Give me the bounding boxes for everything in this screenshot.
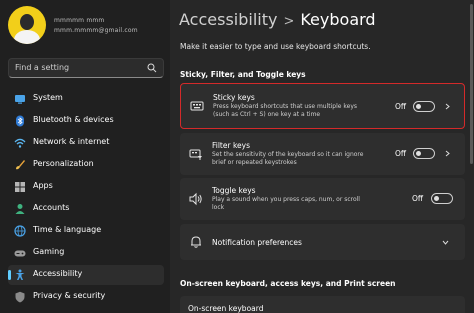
main-content: Accessibility > Keyboard Make it easier to…: [170, 0, 474, 313]
search-placeholder: Find a setting: [15, 63, 70, 72]
sidebar-item-personalization[interactable]: Personalization: [8, 155, 164, 175]
scrollbar[interactable]: [470, 4, 473, 164]
filter-keys-title: Filter keys: [212, 141, 250, 150]
sidebar-item-label: System: [33, 93, 63, 102]
toggle-keys-card[interactable]: Toggle keys Play a sound when you press …: [180, 178, 465, 220]
speaker-icon: [189, 192, 202, 206]
sidebar-item-label: Gaming: [33, 247, 65, 256]
sidebar-item-label: Network & internet: [33, 137, 110, 146]
filter-keys-description: Set the sensitivity of the keyboard so i…: [212, 151, 364, 166]
apps-icon: [15, 182, 25, 192]
search-icon[interactable]: [147, 63, 157, 73]
person-icon: [15, 204, 25, 214]
chevron-down-icon[interactable]: [442, 239, 449, 246]
page-subtitle: Make it easier to type and use keyboard …: [180, 42, 371, 51]
sidebar-item-apps[interactable]: Apps: [8, 177, 164, 197]
sidebar-item-label: Apps: [33, 181, 53, 190]
profile-name: mmmmm mmm: [54, 17, 105, 24]
sticky-keys-icon: [190, 101, 204, 111]
toggle-keys-description: Play a sound when you press caps, num, o…: [212, 196, 360, 211]
filter-keys-icon: [189, 149, 202, 160]
sidebar-item-system[interactable]: System: [8, 89, 164, 109]
filter-keys-state: Off: [395, 149, 407, 158]
sticky-keys-toggle[interactable]: [413, 101, 435, 112]
gamepad-icon: [14, 250, 26, 257]
sidebar-item-gaming[interactable]: Gaming: [8, 243, 164, 263]
user-profile[interactable]: mmmmm mmm mmm.mmmm@gmail.com: [8, 6, 168, 50]
avatar: [8, 6, 46, 44]
chevron-right-icon[interactable]: [444, 103, 451, 110]
bell-icon: [191, 236, 201, 248]
filter-keys-toggle[interactable]: [413, 148, 435, 159]
sidebar-item-accounts[interactable]: Accounts: [8, 199, 164, 219]
sidebar-item-bluetooth[interactable]: Bluetooth & devices: [8, 111, 164, 131]
notification-preferences-card[interactable]: Notification preferences: [180, 224, 465, 260]
bluetooth-icon: [16, 115, 24, 127]
sticky-keys-state: Off: [395, 102, 407, 111]
section-heading-sticky-filter-toggle: Sticky, Filter, and Toggle keys: [180, 70, 306, 79]
wifi-icon: [14, 138, 26, 148]
sticky-keys-description: Press keyboard shortcuts that use multip…: [213, 103, 357, 118]
sticky-keys-card[interactable]: Sticky keys Press keyboard shortcuts tha…: [180, 83, 465, 129]
sidebar-item-label: Bluetooth & devices: [33, 115, 114, 124]
toggle-keys-toggle[interactable]: [431, 193, 453, 204]
breadcrumb-parent[interactable]: Accessibility: [179, 10, 277, 29]
sidebar-item-label: Accounts: [33, 203, 70, 212]
section-heading-onscreen: On-screen keyboard, access keys, and Pri…: [180, 279, 396, 288]
sidebar-item-label: Accessibility: [33, 269, 83, 278]
filter-keys-card[interactable]: Filter keys Set the sensitivity of the k…: [180, 133, 465, 175]
shield-icon: [15, 291, 25, 303]
sticky-keys-title: Sticky keys: [213, 93, 255, 102]
chevron-right-icon[interactable]: [444, 150, 451, 157]
sidebar: mmmmm mmm mmm.mmmm@gmail.com Find a sett…: [0, 0, 170, 313]
breadcrumb-current: Keyboard: [300, 10, 376, 29]
page-title: Accessibility > Keyboard: [179, 10, 376, 29]
sidebar-item-label: Privacy & security: [33, 291, 106, 300]
sidebar-item-label: Time & language: [33, 225, 102, 234]
onscreen-keyboard-card[interactable]: On-screen keyboard: [180, 296, 465, 313]
sidebar-item-accessibility[interactable]: Accessibility: [8, 265, 164, 285]
profile-email: mmm.mmmm@gmail.com: [54, 27, 138, 34]
sidebar-item-network[interactable]: Network & internet: [8, 133, 164, 153]
onscreen-keyboard-title: On-screen keyboard: [188, 304, 264, 313]
toggle-keys-state: Off: [412, 194, 424, 203]
search-input[interactable]: Find a setting: [8, 58, 164, 78]
sidebar-item-privacy-security[interactable]: Privacy & security: [8, 287, 164, 307]
accessibility-icon: [15, 269, 25, 280]
monitor-icon: [15, 95, 25, 104]
brush-icon: [16, 160, 25, 170]
breadcrumb-separator: >: [283, 14, 295, 29]
sidebar-item-time-language[interactable]: Time & language: [8, 221, 164, 241]
toggle-keys-title: Toggle keys: [212, 186, 256, 195]
globe-icon: [14, 225, 26, 237]
sidebar-item-label: Personalization: [33, 159, 94, 168]
notification-preferences-title: Notification preferences: [212, 238, 302, 247]
active-indicator: [8, 270, 11, 280]
